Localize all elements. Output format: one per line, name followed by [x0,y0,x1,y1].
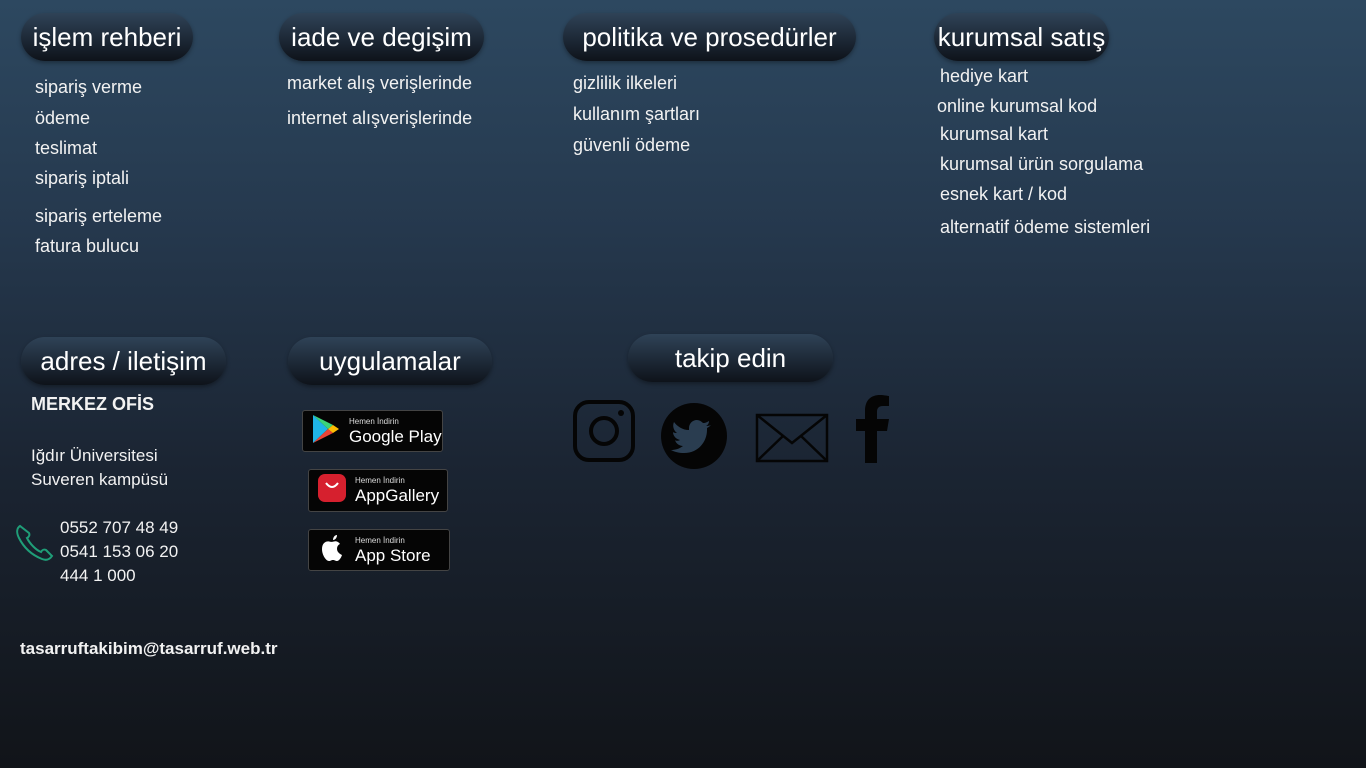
google-play-badge-label: Google Play [349,426,442,446]
link-odeme[interactable]: ödeme [35,108,90,129]
link-teslimat[interactable]: teslimat [35,138,97,159]
adres-iletisim-heading: adres / iletişim [21,337,226,385]
app-store-badge-small: Hemen İndirin [355,535,405,545]
link-kurumsal-kart[interactable]: kurumsal kart [940,124,1048,145]
twitter-icon[interactable] [661,403,727,474]
takip-edin-heading: takip edin [628,334,833,382]
link-siparis-verme[interactable]: sipariş verme [35,77,142,98]
uygulamalar-heading: uygulamalar [288,337,492,385]
address-line-1: Iğdır Üniversitesi [31,446,158,465]
address-line-2: Suveren kampüsü [31,470,169,489]
phone-number-1: 0552 707 48 49 [60,518,179,537]
link-fatura-bulucu[interactable]: fatura bulucu [35,236,139,257]
google-play-icon [311,413,341,450]
google-play-badge-small: Hemen İndirin [349,416,399,426]
phone-number-3: 444 1 000 [60,566,136,585]
link-siparis-iptali[interactable]: sipariş iptali [35,168,129,189]
link-guvenli-odeme[interactable]: güvenli ödeme [573,135,690,156]
link-hediye-kart[interactable]: hediye kart [940,66,1028,87]
google-play-badge[interactable]: Hemen İndirin Google Play [302,410,443,452]
phone-number-2: 0541 153 06 20 [60,542,179,561]
appgallery-badge[interactable]: Hemen İndirin AppGallery [308,469,448,512]
app-store-badge[interactable]: Hemen İndirin App Store [308,529,450,571]
link-kullanim-sartlari[interactable]: kullanım şartları [573,104,700,125]
link-alternatif-odeme[interactable]: alternatif ödeme sistemleri [940,217,1150,238]
appgallery-badge-label: AppGallery [355,486,440,505]
link-esnek-kart-kod[interactable]: esnek kart / kod [940,184,1067,205]
link-siparis-erteleme[interactable]: sipariş erteleme [35,206,162,227]
app-store-badge-label: App Store [355,545,431,565]
appgallery-badge-small: Hemen İndirin [355,476,405,485]
kurumsal-satis-heading: kurumsal satış [934,13,1109,61]
instagram-icon[interactable] [573,400,635,467]
islem-rehberi-heading: işlem rehberi [21,13,193,61]
iade-degisim-heading: iade ve degişim [279,13,484,61]
link-internet-alisverisleri[interactable]: internet alışverişlerinde [287,108,472,129]
huawei-appgallery-icon [317,473,347,508]
link-gizlilik-ilkeleri[interactable]: gizlilik ilkeleri [573,73,677,94]
office-title: MERKEZ OFİS [31,394,155,414]
link-market-alisverisleri[interactable]: market alış verişlerinde [287,73,472,94]
apple-icon [317,532,347,569]
link-kurumsal-urun-sorgulama[interactable]: kurumsal ürün sorgulama [940,154,1143,175]
facebook-icon[interactable] [855,393,891,468]
mail-icon[interactable] [755,413,829,468]
politika-heading: politika ve prosedürler [563,13,856,61]
email-address[interactable]: tasarruftakibim@tasarruf.web.tr [20,639,277,659]
phone-icon [14,522,56,567]
link-online-kurumsal-kod[interactable]: online kurumsal kod [937,96,1097,117]
